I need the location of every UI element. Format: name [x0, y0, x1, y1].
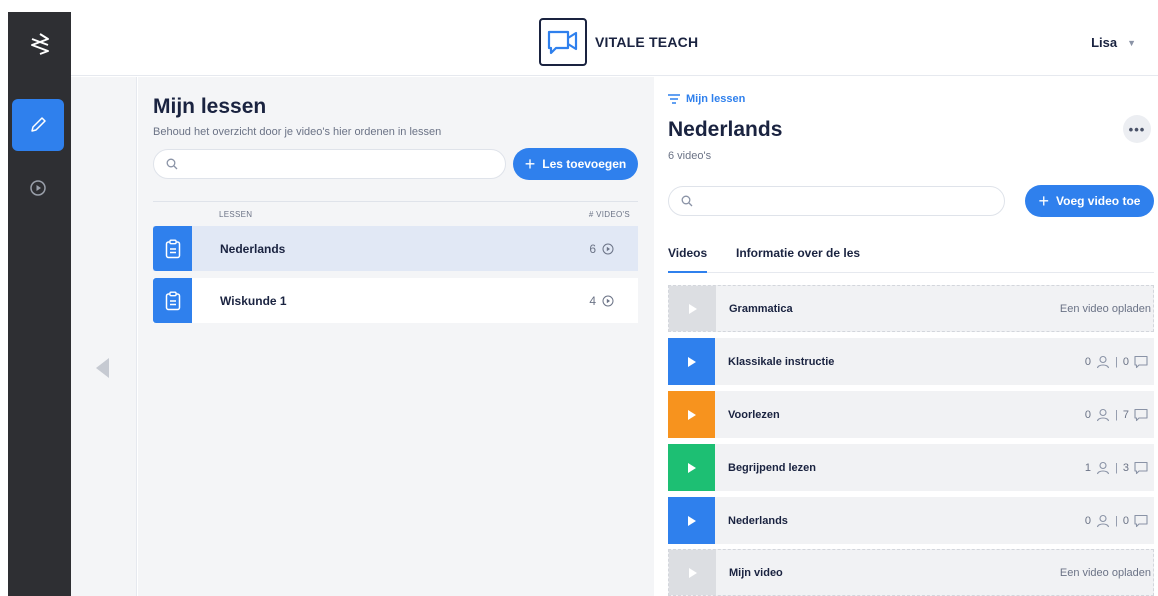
divider: | [1115, 461, 1118, 474]
tab-videos[interactable]: Videos [668, 246, 707, 260]
video-name: Nederlands [728, 514, 788, 527]
lessons-search-input[interactable] [184, 157, 505, 171]
play-icon[interactable] [668, 444, 715, 491]
lessons-panel: Mijn lessen Behoud het overzicht door je… [138, 77, 654, 596]
user-icon [1096, 355, 1110, 368]
user-icon [1096, 408, 1110, 421]
video-search[interactable] [668, 186, 1005, 216]
plus-icon: + [524, 154, 536, 174]
caret-down-icon: ▼ [1127, 37, 1136, 48]
lesson-title: Nederlands [668, 118, 783, 141]
add-lesson-label: Les toevoegen [542, 157, 627, 171]
divider: | [1115, 514, 1118, 527]
lessons-table-header: LESSEN # VIDEO'S [153, 201, 638, 225]
viewer-count: 1 [1084, 461, 1092, 474]
count-value: 4 [589, 293, 596, 308]
video-name: Mijn video [729, 566, 783, 579]
video-name: Voorlezen [728, 408, 780, 421]
comment-count: 3 [1122, 461, 1129, 474]
video-stats: 0 | 0 [1085, 514, 1148, 528]
pencil-icon[interactable] [12, 99, 64, 151]
lesson-detail-panel: Mijn lessen Nederlands 6 video's ••• + V… [654, 77, 1158, 596]
comment-icon [1134, 355, 1148, 368]
video-row[interactable]: Grammatica Een video opladen [668, 285, 1154, 332]
lesson-name: Wiskunde 1 [220, 293, 287, 308]
video-row[interactable]: Klassikale instructie 0 | 0 [668, 338, 1154, 385]
play-icon[interactable] [668, 497, 715, 544]
play-circle-icon[interactable] [12, 162, 64, 214]
search-icon [166, 158, 178, 170]
app-rail [8, 12, 71, 596]
lesson-row[interactable]: Nederlands 6 [153, 226, 638, 271]
play-icon [669, 550, 716, 595]
top-header: VITALE TEACH Lisa ▼ [71, 12, 1158, 76]
brand-name: VITALE TEACH [595, 34, 699, 50]
active-tab-indicator [668, 271, 707, 273]
collapse-left-icon[interactable] [96, 358, 109, 378]
breadcrumb[interactable]: Mijn lessen [668, 93, 745, 105]
more-options-button[interactable]: ••• [1123, 115, 1151, 143]
user-icon [1096, 461, 1110, 474]
detail-tabs: Videos Informatie over de les [668, 242, 1154, 273]
lesson-video-count: 4 [589, 294, 614, 308]
tab-information[interactable]: Informatie over de les [736, 246, 860, 260]
clipboard-icon [153, 278, 192, 323]
user-menu[interactable]: Lisa ▼ [1091, 35, 1136, 50]
comment-icon [1134, 514, 1148, 527]
user-icon [1096, 514, 1110, 527]
page-title: Mijn lessen [153, 95, 267, 118]
comment-count: 7 [1122, 408, 1129, 421]
lesson-video-count: 6 video's [668, 150, 712, 162]
comment-icon [1134, 408, 1148, 421]
comment-icon [1134, 461, 1148, 474]
video-name: Begrijpend lezen [728, 461, 817, 474]
play-icon[interactable] [668, 391, 715, 438]
play-icon[interactable] [668, 338, 715, 385]
play-circle-icon [602, 243, 614, 254]
breadcrumb-label: Mijn lessen [686, 93, 746, 105]
video-name: Klassikale instructie [728, 355, 835, 368]
lesson-name: Nederlands [220, 241, 286, 256]
filter-icon [668, 94, 680, 104]
clipboard-icon [153, 226, 192, 271]
video-stats: 0 | 7 [1085, 408, 1148, 422]
plus-icon: + [1038, 191, 1050, 211]
page-subtitle: Behoud het overzicht door je video's hie… [153, 126, 442, 138]
add-lesson-button[interactable]: + Les toevoegen [513, 148, 638, 180]
add-video-label: Voeg video toe [1056, 194, 1141, 208]
video-row[interactable]: Mijn video Een video opladen [668, 549, 1154, 596]
search-icon [681, 195, 693, 207]
viewer-count: 0 [1084, 514, 1092, 527]
video-stats: 0 | 0 [1085, 355, 1148, 369]
lessons-search[interactable] [153, 149, 506, 179]
divider: | [1115, 408, 1118, 421]
upload-video-link[interactable]: Een video opladen [1060, 567, 1151, 579]
viewer-count: 0 [1084, 355, 1092, 368]
play-icon [669, 286, 716, 331]
video-search-input[interactable] [699, 194, 1004, 208]
video-row[interactable]: Voorlezen 0 | 7 [668, 391, 1154, 438]
play-circle-icon [602, 295, 614, 306]
col-videos: # VIDEO'S [588, 210, 630, 219]
video-row[interactable]: Nederlands 0 | 0 [668, 497, 1154, 544]
app-logo-icon[interactable] [8, 12, 71, 76]
video-row[interactable]: Begrijpend lezen 1 | 3 [668, 444, 1154, 491]
user-name: Lisa [1091, 35, 1118, 50]
upload-video-link[interactable]: Een video opladen [1060, 303, 1151, 315]
comment-count: 0 [1122, 514, 1129, 527]
comment-count: 0 [1122, 355, 1129, 368]
count-value: 6 [589, 241, 596, 256]
lesson-row[interactable]: Wiskunde 1 4 [153, 278, 638, 323]
viewer-count: 0 [1084, 408, 1092, 421]
col-lessons: LESSEN [219, 210, 253, 219]
video-chat-logo-icon [539, 18, 587, 66]
add-video-button[interactable]: + Voeg video toe [1025, 185, 1154, 217]
video-stats: 1 | 3 [1085, 461, 1148, 475]
collapse-column [71, 77, 137, 596]
brand[interactable]: VITALE TEACH [539, 18, 698, 66]
divider: | [1115, 355, 1118, 368]
lesson-video-count: 6 [589, 242, 614, 256]
video-name: Grammatica [729, 302, 793, 315]
